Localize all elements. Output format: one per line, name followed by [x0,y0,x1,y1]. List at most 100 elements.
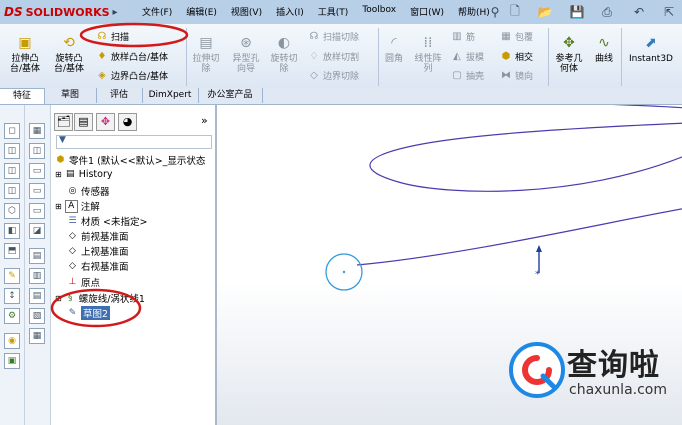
secondary-toolbar-strip: ▦ ◫ ▭ ▭ ▭ ◪ ▤ ▥ ▤ ▧ ▦ [25,105,51,425]
watermark-url: chaxunla.com [569,382,667,398]
extrude-boss-button[interactable]: ▣ 拉伸凸 台/基体 [4,34,46,74]
menu-edit[interactable]: 编辑(E) [186,5,217,18]
reference-geometry-icon: ✥ [563,35,575,51]
menu-toolbox[interactable]: Toolbox [362,5,396,18]
sketch-pencil-icon[interactable]: ✎ [4,268,20,284]
wireframe-icon[interactable]: ▭ [29,163,45,179]
ribbon-separator [378,28,379,86]
undo-icon[interactable]: ↶ [630,3,648,21]
expand-plus-icon: ⊞ [55,170,62,179]
tree-item-front-plane[interactable]: ◇ 前视基准面 [67,229,128,244]
intersect-button[interactable]: ⬢ 相交 [500,50,533,64]
shaded-icon[interactable]: ◫ [29,143,45,159]
boundary-cut-label: 边界切除 [323,72,360,82]
watermark-logo-icon [509,342,565,398]
table-icon[interactable]: ▦ [29,328,45,344]
edges-icon[interactable]: ▭ [29,203,45,219]
tab-office-products[interactable]: 办公室产品 [198,88,263,103]
menu-insert[interactable]: 插入(I) [276,5,304,18]
tree-item-annotations[interactable]: ⊞ A 注解 [55,199,100,213]
wrap-icon: ▦ [501,30,511,42]
tree-item-material[interactable]: ☰ 材质 <未指定> [67,214,147,229]
sweep-highlight-ellipse [79,22,189,48]
menu-view[interactable]: 视图(V) [231,5,262,18]
open-folder-icon[interactable]: 📂 [536,3,554,21]
reference-geometry-button[interactable]: ✥ 参考几 何体 [551,34,587,74]
display-pane-icon[interactable]: ▤ [29,248,45,264]
tab-sketch[interactable]: 草图 [44,88,97,103]
pin-icon[interactable]: ⚲ [486,3,504,21]
loft-cut-label: 放样切割 [323,53,360,63]
mirror-icon: ⧓ [501,69,511,81]
tab-features[interactable]: 特征 [0,88,45,104]
tree-item-history[interactable]: ⊞ ▤ History [55,169,113,180]
tree-part-root[interactable]: ⬢ 零件1 (默认<<默认>_显示状态 [55,153,206,168]
tree-item-label: 右视基准面 [81,262,129,273]
sensor-icon: ◎ [68,185,77,196]
menu-file[interactable]: 文件(F) [142,5,172,18]
tree-item-right-plane[interactable]: ◇ 右视基准面 [67,259,129,274]
revolve-cut-button[interactable]: ◐ 旋转切 除 [267,34,301,74]
mirror-button[interactable]: ⧓ 镜向 [500,69,533,83]
hole-wizard-button[interactable]: ⊛ 异型孔 向导 [228,34,264,74]
measure-icon[interactable]: ▤ [29,288,45,304]
draft-button[interactable]: ◭ 拔模 [451,50,484,64]
view-iso-icon[interactable]: ⬡ [4,203,20,219]
plane-icon: ◇ [69,245,76,256]
app-logo: DS SOLIDWORKS ▸ [4,3,118,21]
view-right-icon[interactable]: ◫ [4,183,20,199]
tab-dimxpert[interactable]: DimXpert [142,88,199,103]
boundary-cut-button[interactable]: ◇ 边界切除 [308,69,360,83]
filter-icon: ▼ [59,135,66,145]
instant3d-icon: ⬈ [645,35,657,51]
rib-label: 筋 [466,33,476,43]
sweep-cut-button[interactable]: ☊ 扫描切除 [308,30,360,44]
configuration-manager-tab-icon[interactable]: ✥ [96,113,115,131]
save-icon[interactable]: 💾 [568,3,586,21]
tree-item-top-plane[interactable]: ◇ 上视基准面 [67,244,129,259]
perspective-icon[interactable]: ◪ [29,223,45,239]
extrude-cut-button[interactable]: ▤ 拉伸切 除 [189,34,223,74]
property-manager-tab-icon[interactable]: ▤ [74,113,93,131]
menu-tools[interactable]: 工具(T) [318,5,349,18]
tree-item-sensors[interactable]: ◎ 传感器 [67,184,110,199]
loft-boss-button[interactable]: ♦ 放样凸台/基体 [96,50,169,64]
linear-pattern-label: 线性阵 列 [414,54,442,74]
hidden-lines-icon[interactable]: ▭ [29,183,45,199]
select-cursor-icon[interactable]: ⇱ [660,3,678,21]
feature-manager-tab-icon[interactable]: 🗂 [54,113,73,131]
sweep-cut-label: 扫描切除 [323,33,360,43]
boundary-boss-button[interactable]: ◈ 边界凸台/基体 [96,69,168,83]
instant3d-button[interactable]: ⬈ Instant3D [624,34,678,64]
view-normal-icon[interactable]: ⬒ [4,243,20,259]
annotation-icon: A [64,199,78,213]
filter-bar[interactable]: ▼ [56,135,212,149]
wrap-button[interactable]: ▦ 包覆 [500,30,533,44]
rib-button[interactable]: ▥ 筋 [451,30,476,44]
grid-icon[interactable]: ▦ [29,123,45,139]
curves-button[interactable]: ∿ 曲线 [590,34,618,64]
loft-cut-button[interactable]: ♢ 放样切割 [308,50,360,64]
revolve-boss-label: 旋转凸 台/基体 [53,54,85,74]
linear-pattern-button[interactable]: ⁞⁞ 线性阵 列 [411,34,445,74]
smart-dimension-icon[interactable]: ↕ [4,288,20,304]
expand-panel-icon[interactable]: » [201,114,208,127]
shell-button[interactable]: ▢ 抽壳 [451,69,484,83]
relations-icon[interactable]: ⚙ [4,308,20,324]
view-section-icon[interactable]: ◧ [4,223,20,239]
display-manager-tab-icon[interactable]: ◕ [118,113,137,131]
view-top-icon[interactable]: ◫ [4,163,20,179]
linear-pattern-icon: ⁞⁞ [423,35,433,51]
fillet-button[interactable]: ◜ 圆角 [380,34,408,64]
menu-window[interactable]: 窗口(W) [410,5,444,18]
appearance-icon[interactable]: ◉ [4,333,20,349]
new-document-icon[interactable]: 🗋 [506,3,524,21]
properties-icon[interactable]: ▧ [29,308,45,324]
view-cube-icon[interactable]: ◻ [4,123,20,139]
print-icon[interactable]: ⎙ [598,3,616,21]
scene-icon[interactable]: ▣ [4,353,20,369]
layers-icon[interactable]: ▥ [29,268,45,284]
tab-evaluate[interactable]: 评估 [96,88,143,103]
view-front-icon[interactable]: ◫ [4,143,20,159]
tree-item-label: 上视基准面 [81,247,129,258]
